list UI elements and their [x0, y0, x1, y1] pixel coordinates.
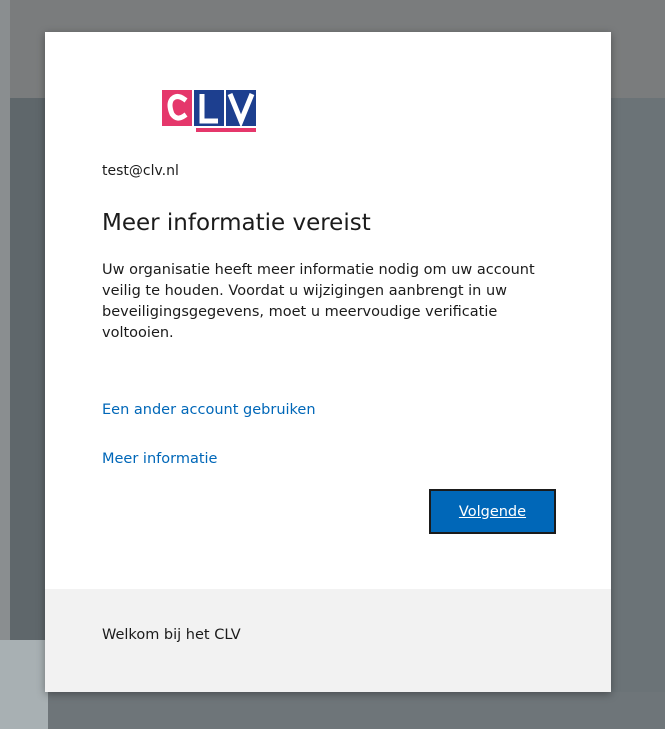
screen: test@clv.nl Meer informatie vereist Uw o…	[0, 0, 665, 729]
description-text: Uw organisatie heeft meer informatie nod…	[102, 262, 535, 341]
dialog-body: test@clv.nl Meer informatie vereist Uw o…	[45, 32, 611, 589]
more-information-link[interactable]: Meer informatie	[102, 451, 217, 467]
use-another-account-link[interactable]: Een ander account gebruiken	[102, 402, 316, 418]
background-lower-left	[0, 640, 48, 729]
signin-dialog: test@clv.nl Meer informatie vereist Uw o…	[45, 32, 611, 692]
background-bottom	[48, 692, 665, 729]
footer-text: Welkom bij het CLV	[102, 627, 241, 643]
account-email: test@clv.nl	[102, 163, 179, 179]
dialog-footer: Welkom bij het CLV	[45, 589, 611, 692]
page-title: Meer informatie vereist	[102, 210, 371, 236]
clv-logo	[162, 90, 256, 132]
background-edge	[0, 0, 10, 729]
next-button[interactable]: Volgende	[429, 489, 556, 534]
